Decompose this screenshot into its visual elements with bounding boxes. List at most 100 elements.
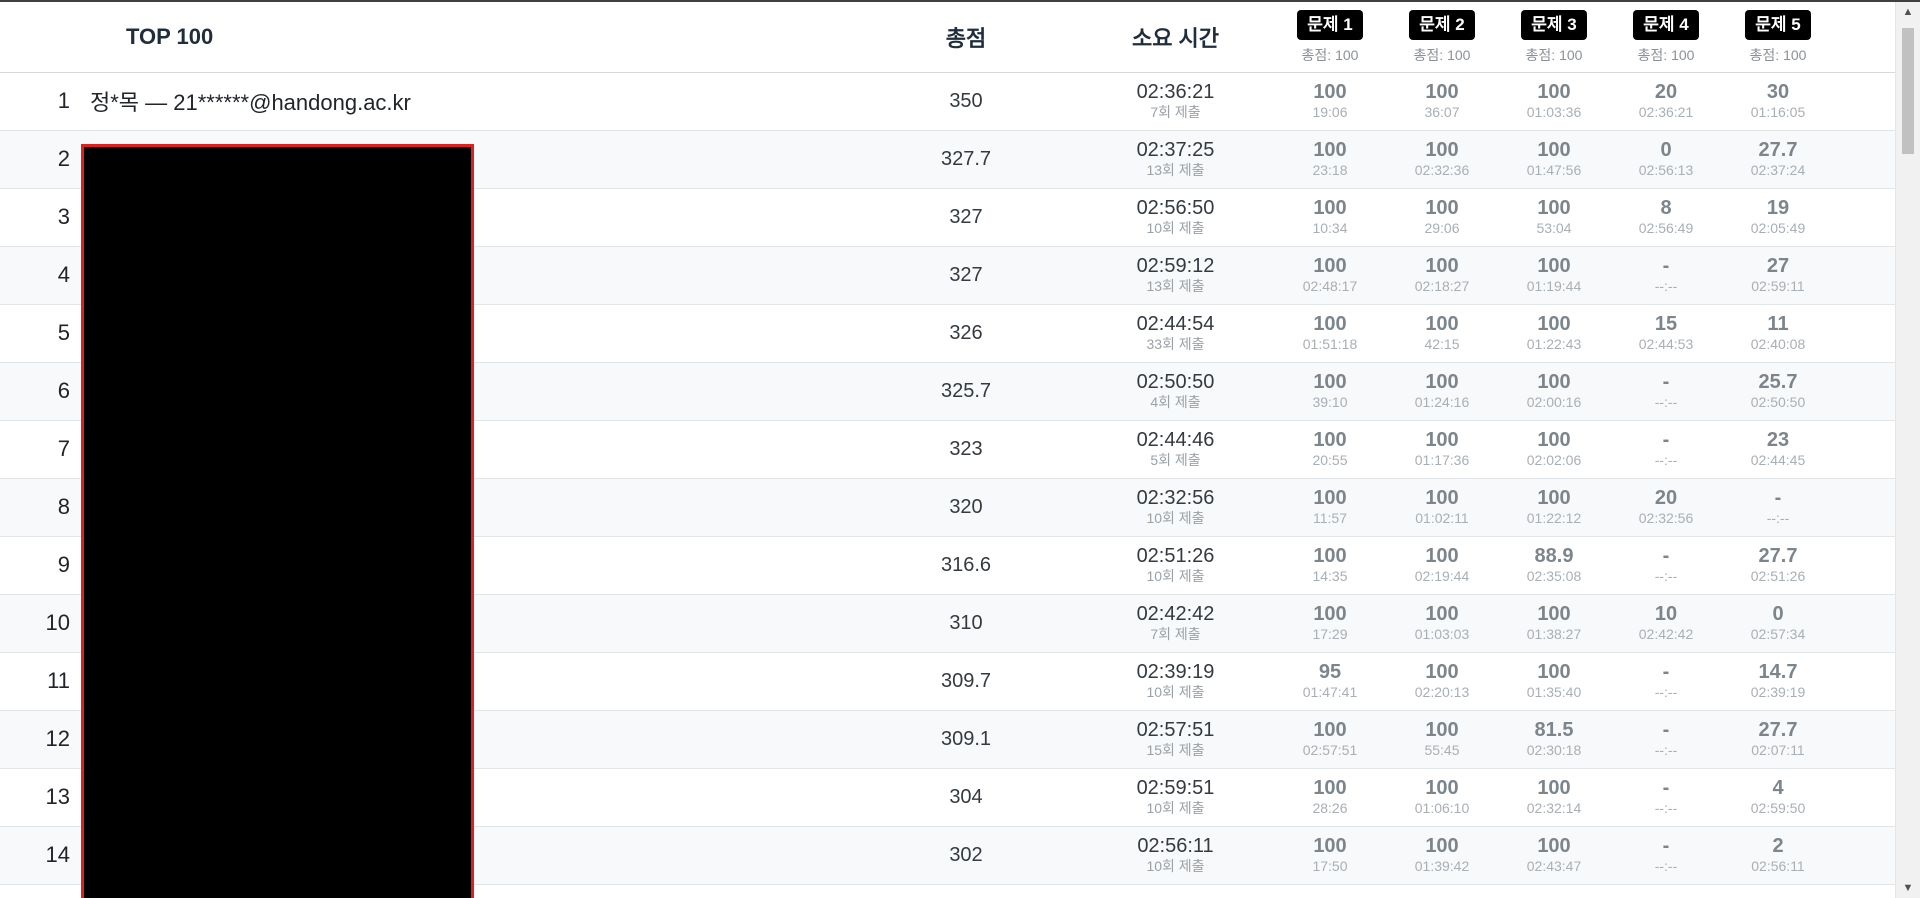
- elapsed-time-cell: 02:37:25 13회 제출: [1077, 130, 1274, 188]
- problem-2-score-cell: 100 02:18:27: [1386, 246, 1498, 304]
- problem-4-score: -: [1662, 429, 1670, 451]
- problem-2-header[interactable]: 문제 2 총점: 100: [1386, 2, 1498, 73]
- problem-1-solve-time: 01:47:41: [1302, 684, 1358, 700]
- total-score-cell: 309.1: [940, 727, 992, 750]
- submission-count: 5회 제출: [1150, 452, 1201, 468]
- problem-2-solve-time: 36:07: [1424, 104, 1460, 120]
- elapsed-time-cell: 02:32:56 10회 제출: [1077, 478, 1274, 536]
- problem-4-solve-time: --:--: [1654, 568, 1678, 584]
- problem-5-score-cell: 23 02:44:45: [1722, 420, 1834, 478]
- problem-3-score: 100: [1537, 777, 1571, 799]
- triangle-up-icon[interactable]: ▲: [1896, 2, 1920, 22]
- problem-4-solve-time: 02:44:53: [1638, 336, 1694, 352]
- problem-5-header[interactable]: 문제 5 총점: 100: [1722, 2, 1834, 73]
- problem-1-badge[interactable]: 문제 1: [1297, 10, 1363, 41]
- problem-4-solve-time: 02:56:49: [1638, 220, 1694, 236]
- elapsed-time: 02:42:42: [1136, 603, 1215, 625]
- problem-1-score-cell: 100 01:51:18: [1274, 304, 1386, 362]
- elapsed-time: 02:56:11: [1137, 835, 1214, 857]
- problem-2-score: 100: [1425, 661, 1459, 683]
- problem-3-solve-time: 01:22:43: [1526, 336, 1582, 352]
- problem-2-score-cell: 100 42:15: [1386, 304, 1498, 362]
- problem-2-score: 100: [1425, 719, 1459, 741]
- problem-5-badge[interactable]: 문제 5: [1745, 10, 1811, 41]
- problem-4-solve-time: 02:56:13: [1638, 162, 1694, 178]
- problem-3-score-cell: 100 02:32:14: [1498, 768, 1610, 826]
- problem-1-header[interactable]: 문제 1 총점: 100: [1274, 2, 1386, 73]
- row-spacer: [1834, 72, 1896, 130]
- problem-5-score: 27.7: [1758, 545, 1798, 567]
- problem-3-header[interactable]: 문제 3 총점: 100: [1498, 2, 1610, 73]
- problem-5-score-cell: 4 02:59:50: [1722, 768, 1834, 826]
- problem-4-header[interactable]: 문제 4 총점: 100: [1610, 2, 1722, 73]
- problem-5-score: 23: [1766, 429, 1790, 451]
- problem-5-solve-time: 02:57:34: [1750, 626, 1806, 642]
- problem-2-score: 100: [1425, 371, 1459, 393]
- total-score-cell: 327.7: [940, 147, 992, 170]
- problem-3-score-cell: 81.5 02:30:18: [1498, 710, 1610, 768]
- problem-2-score-cell: 100 29:06: [1386, 188, 1498, 246]
- problem-1-solve-time: 10:34: [1312, 220, 1348, 236]
- problem-1-score-cell: 100 20:55: [1274, 420, 1386, 478]
- problem-5-score-cell: 0 02:57:34: [1722, 594, 1834, 652]
- problem-4-score-cell: 10 02:42:42: [1610, 594, 1722, 652]
- vertical-scrollbar[interactable]: ▲ ▼: [1895, 2, 1920, 898]
- problem-1-score-cell: 100 02:48:17: [1274, 246, 1386, 304]
- problem-5-score: 2: [1772, 835, 1784, 857]
- problem-2-solve-time: 01:39:42: [1414, 858, 1470, 874]
- problem-5-score: 14.7: [1758, 661, 1798, 683]
- problem-4-solve-time: 02:32:56: [1638, 510, 1694, 526]
- problem-2-score: 100: [1425, 429, 1459, 451]
- problem-5-score: -: [1774, 487, 1782, 509]
- problem-4-solve-time: --:--: [1654, 394, 1678, 410]
- problem-3-score: 100: [1537, 487, 1571, 509]
- problem-2-score-cell: 100 01:24:16: [1386, 362, 1498, 420]
- elapsed-time-cell: 02:56:50 10회 제출: [1077, 188, 1274, 246]
- problem-1-solve-time: 17:50: [1312, 858, 1348, 874]
- leaderboard-viewport: TOP 100 총점 소요 시간 문제 1 총점: 100 문제 2 총점: 1…: [0, 2, 1896, 898]
- problem-5-solve-time: 02:05:49: [1750, 220, 1806, 236]
- problem-4-score-cell: - --:--: [1610, 826, 1722, 884]
- problem-3-score-cell: 100 01:47:56: [1498, 130, 1610, 188]
- problem-4-score: -: [1662, 719, 1670, 741]
- row-spacer: [1834, 536, 1896, 594]
- elapsed-time-cell: 02:44:46 5회 제출: [1077, 420, 1274, 478]
- problem-4-badge[interactable]: 문제 4: [1633, 10, 1699, 41]
- problem-4-solve-time: --:--: [1654, 858, 1678, 874]
- problem-3-solve-time: 02:30:18: [1526, 742, 1582, 758]
- scrollbar-thumb[interactable]: [1902, 28, 1914, 154]
- problem-3-badge[interactable]: 문제 3: [1521, 10, 1587, 41]
- problem-4-score: 20: [1654, 81, 1678, 103]
- elapsed-time: 02:57:51: [1136, 719, 1215, 741]
- elapsed-time-cell: 02:59:51 10회 제출: [1077, 768, 1274, 826]
- problem-1-solve-time: 02:57:51: [1302, 742, 1358, 758]
- total-score-cell: 316.6: [940, 553, 992, 576]
- problem-3-score: 100: [1537, 661, 1571, 683]
- problem-5-solve-time: 02:51:26: [1750, 568, 1806, 584]
- problem-5-score: 0: [1772, 603, 1784, 625]
- problem-2-badge[interactable]: 문제 2: [1409, 10, 1475, 41]
- triangle-down-icon[interactable]: ▼: [1896, 878, 1920, 898]
- problem-2-solve-time: 55:45: [1424, 742, 1460, 758]
- elapsed-time: 02:39:19: [1136, 661, 1215, 683]
- problem-1-score-cell: 100 17:50: [1274, 826, 1386, 884]
- problem-1-solve-time: 01:51:18: [1302, 336, 1358, 352]
- problem-5-score-cell: 27.7 02:51:26: [1722, 536, 1834, 594]
- problem-1-score-cell: 100 23:18: [1274, 130, 1386, 188]
- problem-3-score-cell: 100 01:19:44: [1498, 246, 1610, 304]
- problem-1-score-cell: 95 01:47:41: [1274, 652, 1386, 710]
- problem-3-score: 100: [1537, 603, 1571, 625]
- problem-3-total: 총점: 100: [1525, 47, 1583, 64]
- rank-cell: 8: [57, 494, 70, 519]
- submission-count: 7회 제출: [1150, 104, 1201, 120]
- problem-4-score-cell: - --:--: [1610, 768, 1722, 826]
- problem-4-score: -: [1662, 545, 1670, 567]
- problem-5-score: 27.7: [1758, 139, 1798, 161]
- problem-1-solve-time: 28:26: [1312, 800, 1348, 816]
- total-score-cell: 325.7: [940, 379, 992, 402]
- problem-3-score: 100: [1537, 81, 1571, 103]
- problem-4-score: 10: [1654, 603, 1678, 625]
- problem-2-score-cell: 100 01:02:11: [1386, 478, 1498, 536]
- problem-3-score: 100: [1537, 255, 1571, 277]
- problem-3-score: 88.9: [1534, 545, 1574, 567]
